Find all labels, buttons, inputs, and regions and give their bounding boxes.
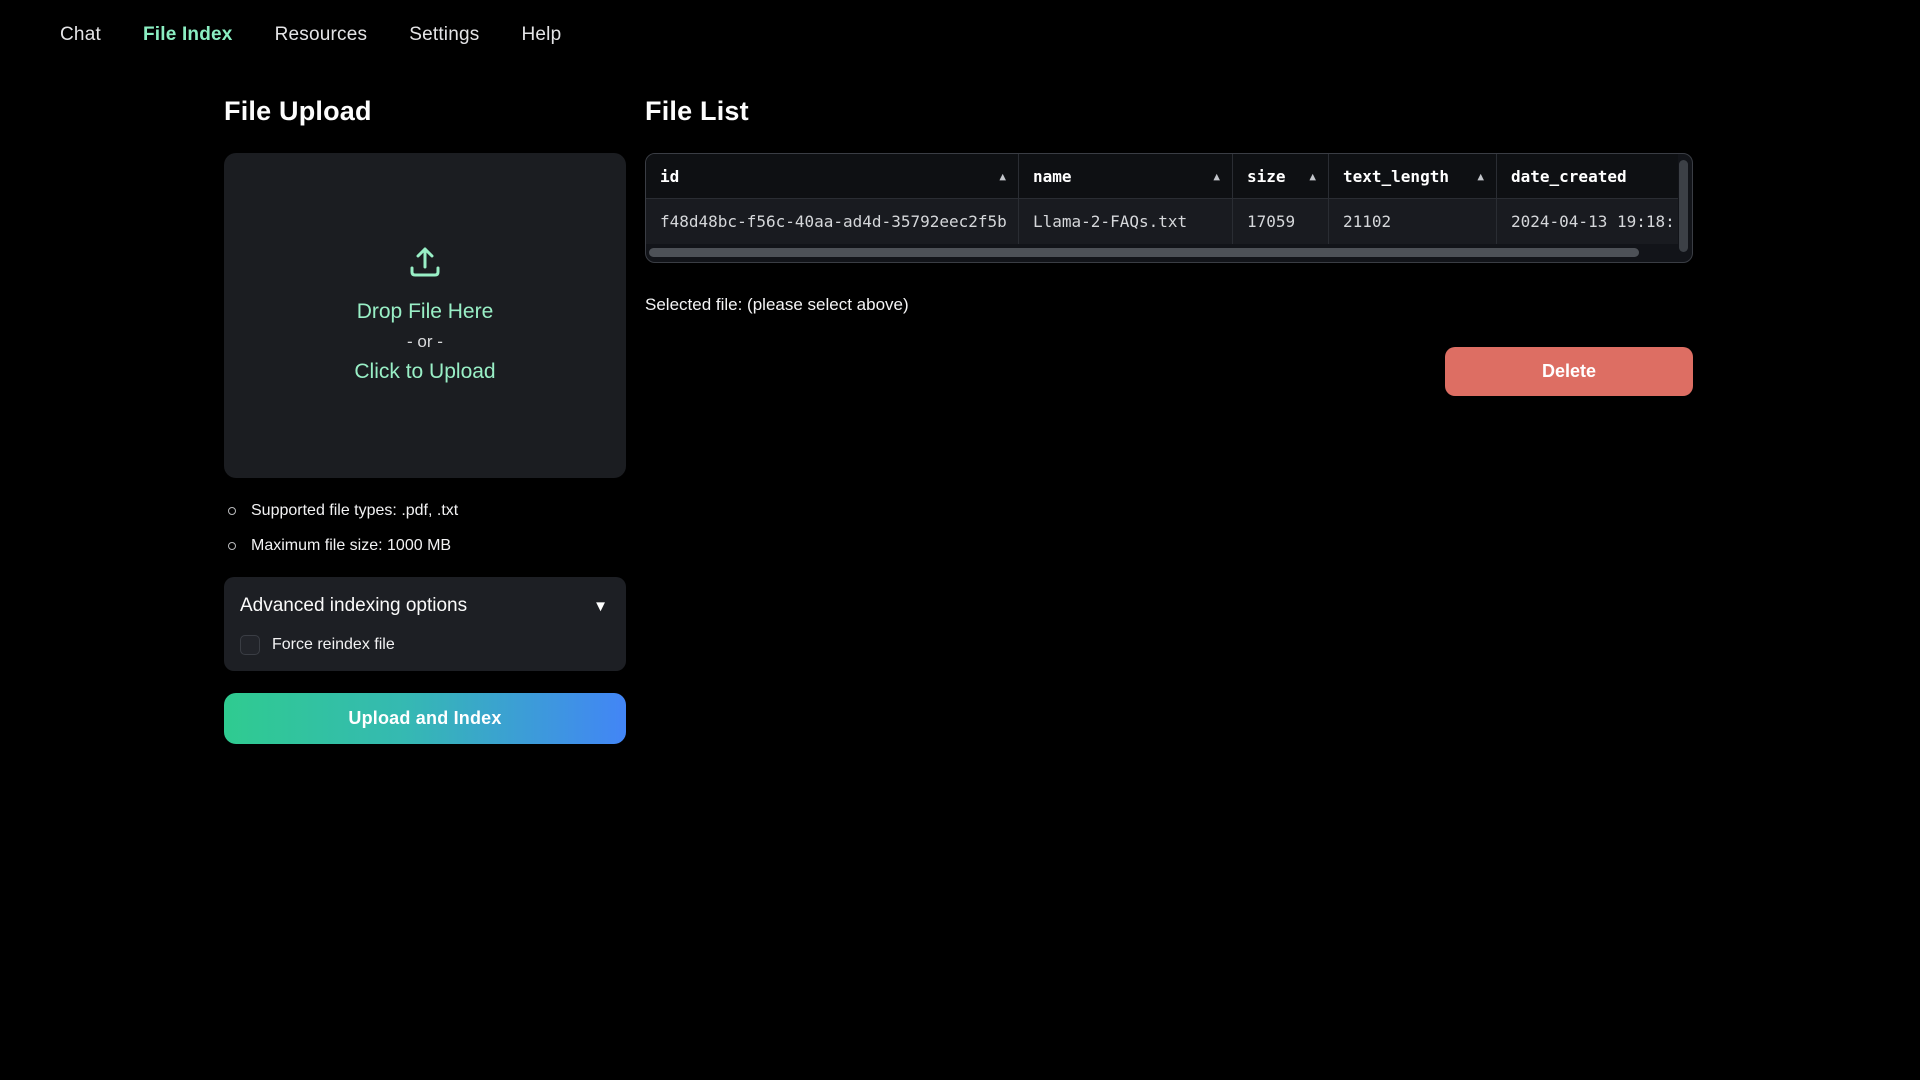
delete-button[interactable]: Delete — [1445, 347, 1693, 396]
note-max-size: Maximum file size: 1000 MB — [228, 537, 626, 555]
note-text: Maximum file size: 1000 MB — [251, 537, 451, 555]
column-header-date-created[interactable]: date_created — [1497, 154, 1678, 198]
tab-resources[interactable]: Resources — [275, 24, 368, 46]
bullet-icon — [228, 507, 236, 515]
column-label: name — [1033, 167, 1072, 186]
file-table: id ▲ name ▲ size ▲ text_length ▲ date_cr… — [645, 153, 1693, 263]
sort-arrow-icon[interactable]: ▲ — [1213, 170, 1220, 183]
vertical-scrollbar[interactable] — [1679, 160, 1688, 252]
file-dropzone[interactable]: Drop File Here - or - Click to Upload — [224, 153, 626, 478]
table-row[interactable]: f48d48bc-f56c-40aa-ad4d-35792eec2f5b Lla… — [646, 199, 1678, 244]
top-nav: Chat File Index Resources Settings Help — [60, 24, 561, 46]
upload-and-index-button[interactable]: Upload and Index — [224, 693, 626, 744]
sort-arrow-icon[interactable]: ▲ — [1309, 170, 1316, 183]
tab-file-index[interactable]: File Index — [143, 24, 233, 46]
column-header-id[interactable]: id ▲ — [646, 154, 1019, 198]
column-label: id — [660, 167, 679, 186]
tab-help[interactable]: Help — [521, 24, 561, 46]
table-header-row: id ▲ name ▲ size ▲ text_length ▲ date_cr… — [646, 154, 1678, 199]
bullet-icon — [228, 542, 236, 550]
column-label: text_length — [1343, 167, 1449, 186]
force-reindex-row[interactable]: Force reindex file — [240, 635, 608, 655]
force-reindex-checkbox[interactable] — [240, 635, 260, 655]
cell-text-length[interactable]: 21102 — [1329, 199, 1497, 244]
upload-icon — [407, 244, 443, 283]
file-list-title: File List — [645, 96, 1693, 127]
dropzone-or-text: - or - — [407, 327, 443, 357]
advanced-options-accordion: Advanced indexing options ▼ Force reinde… — [224, 577, 626, 671]
column-header-size[interactable]: size ▲ — [1233, 154, 1329, 198]
horizontal-scrollbar[interactable] — [649, 248, 1639, 257]
note-text: Supported file types: .pdf, .txt — [251, 502, 458, 520]
sort-arrow-icon[interactable]: ▲ — [999, 170, 1006, 183]
dropzone-text: Drop File Here — [357, 297, 494, 327]
tab-chat[interactable]: Chat — [60, 24, 101, 46]
click-to-upload-link[interactable]: Click to Upload — [354, 357, 495, 387]
file-upload-section: File Upload Drop File Here - or - Click … — [224, 96, 626, 744]
cell-date-created[interactable]: 2024-04-13 19:18: — [1497, 199, 1678, 244]
sort-arrow-icon[interactable]: ▲ — [1477, 170, 1484, 183]
force-reindex-label: Force reindex file — [272, 636, 395, 654]
accordion-title: Advanced indexing options — [240, 595, 467, 617]
cell-name[interactable]: Llama-2-FAQs.txt — [1019, 199, 1233, 244]
file-upload-title: File Upload — [224, 96, 626, 127]
selected-file-status: Selected file: (please select above) — [645, 295, 1693, 315]
column-header-name[interactable]: name ▲ — [1019, 154, 1233, 198]
column-label: date_created — [1511, 167, 1627, 186]
upload-notes: Supported file types: .pdf, .txt Maximum… — [228, 502, 626, 555]
cell-size[interactable]: 17059 — [1233, 199, 1329, 244]
cell-id[interactable]: f48d48bc-f56c-40aa-ad4d-35792eec2f5b — [646, 199, 1019, 244]
file-list-section: File List id ▲ name ▲ size ▲ text_length — [645, 96, 1693, 396]
note-supported-types: Supported file types: .pdf, .txt — [228, 502, 626, 520]
tab-settings[interactable]: Settings — [409, 24, 479, 46]
chevron-down-icon: ▼ — [593, 598, 608, 615]
column-header-text-length[interactable]: text_length ▲ — [1329, 154, 1497, 198]
accordion-header[interactable]: Advanced indexing options ▼ — [240, 595, 608, 617]
column-label: size — [1247, 167, 1286, 186]
